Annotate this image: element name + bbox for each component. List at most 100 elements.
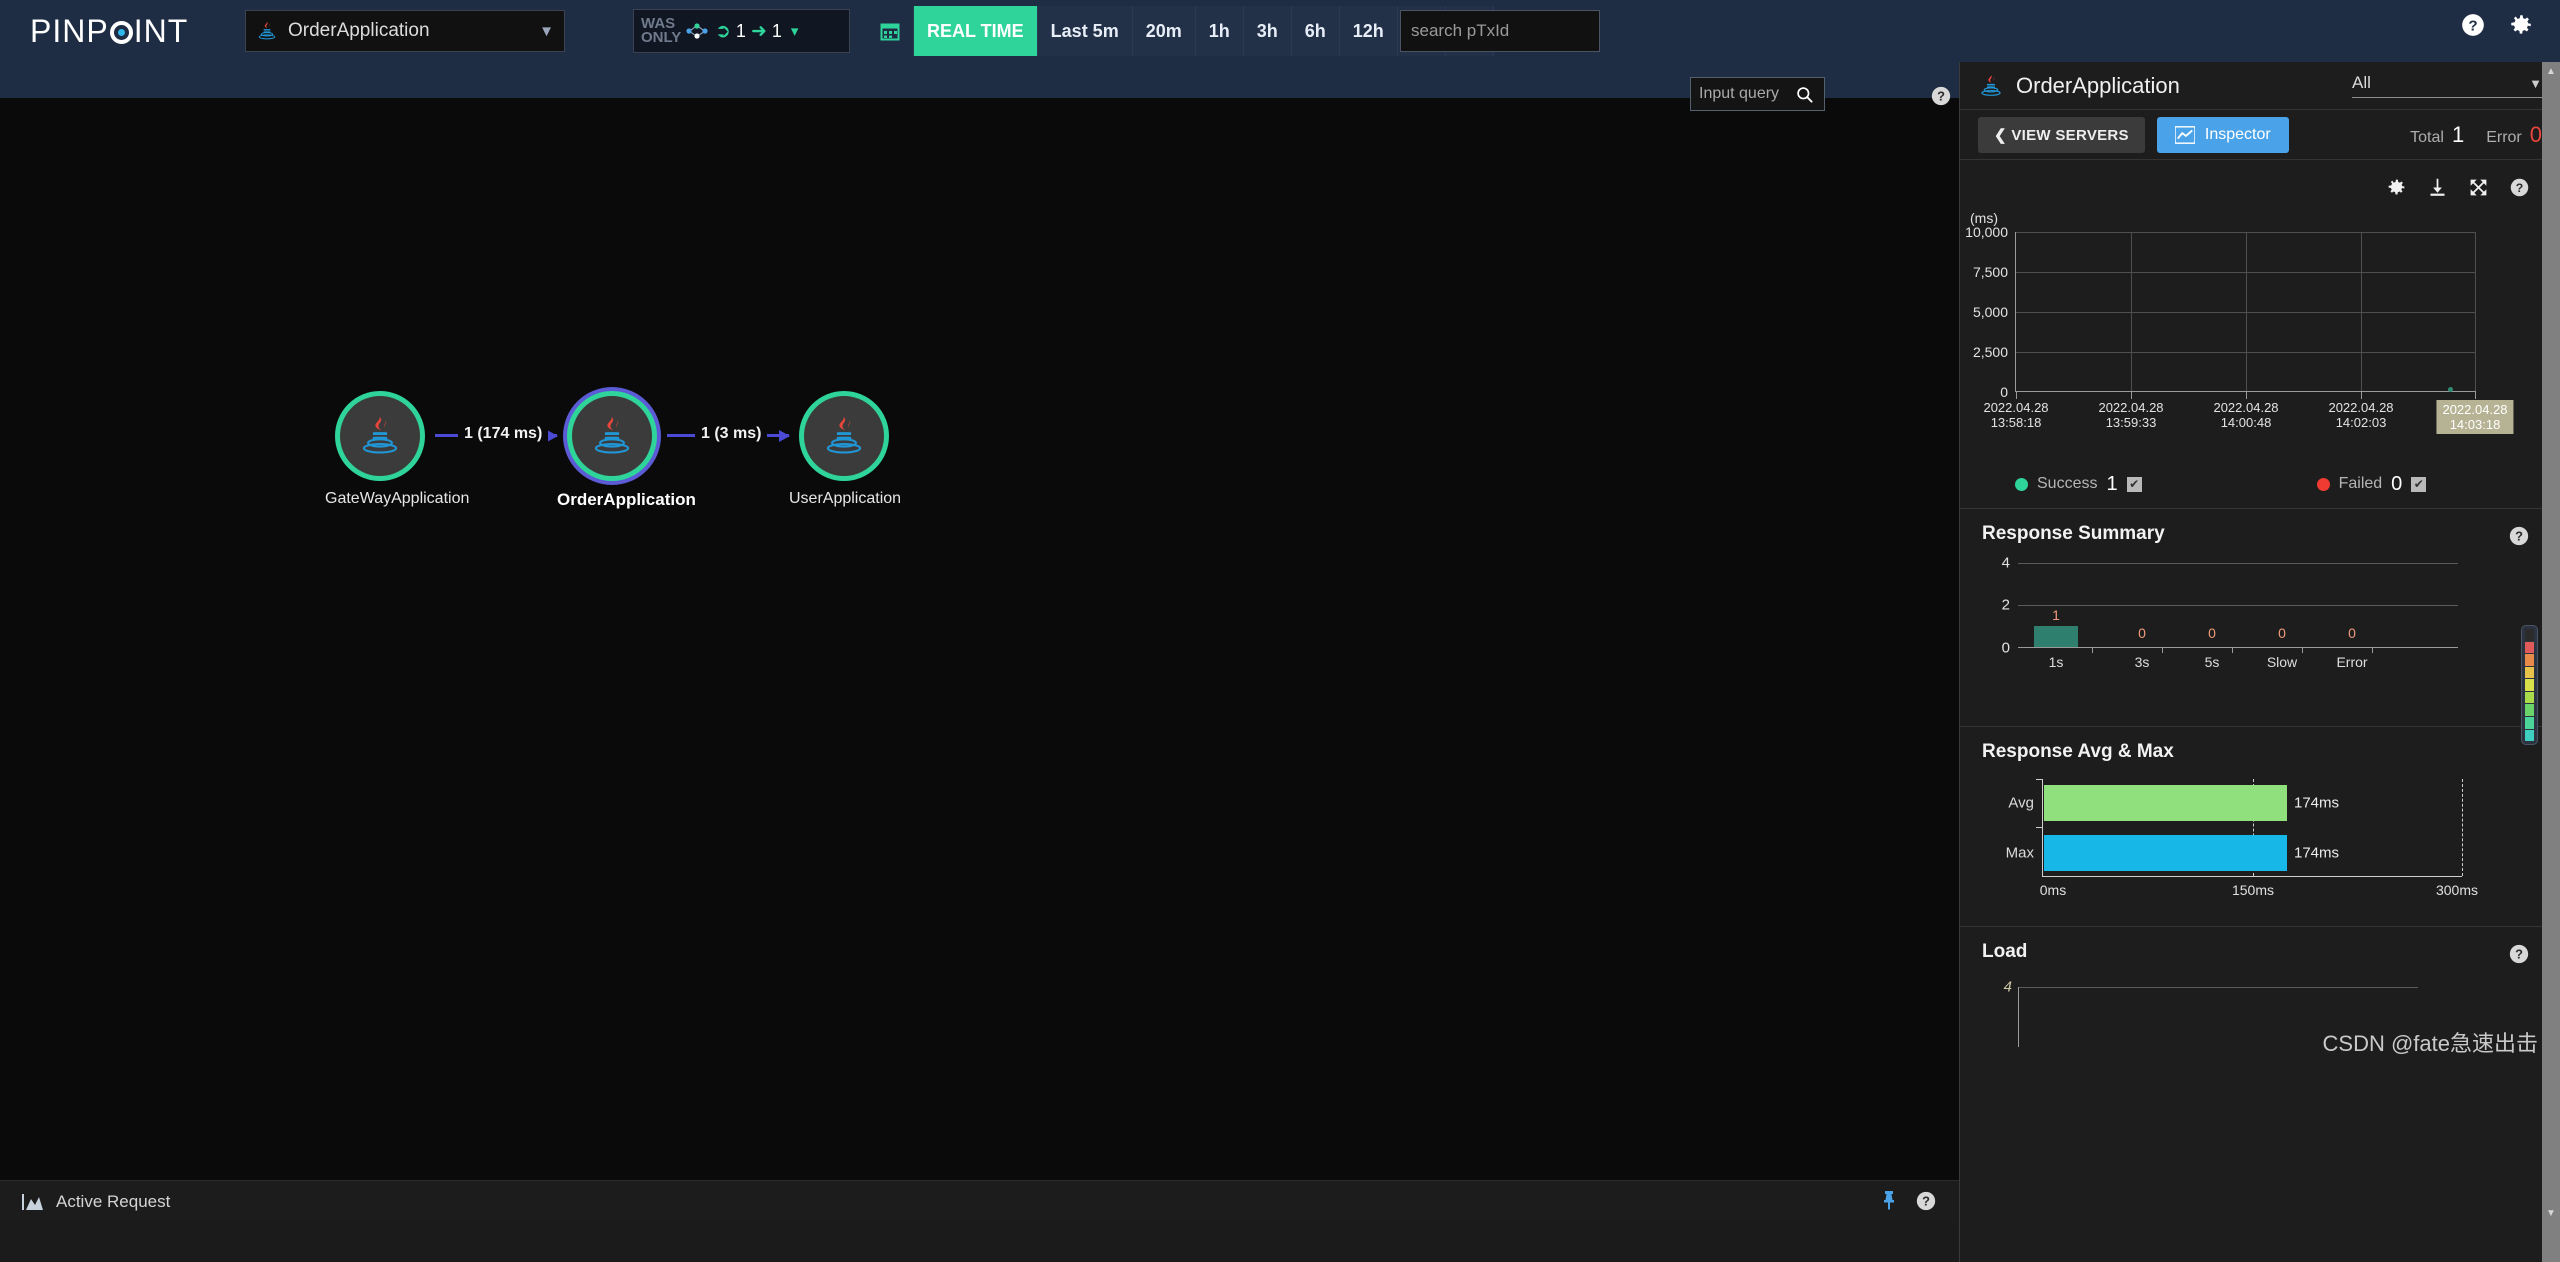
help-icon[interactable]: ? xyxy=(1915,1190,1937,1212)
scope-select[interactable]: All ▼ xyxy=(2352,73,2542,98)
node-label: UserApplication xyxy=(789,490,902,507)
query-help-icon[interactable]: ? xyxy=(1930,85,1952,107)
legend-failed[interactable]: Failed 0 ✔ xyxy=(2316,472,2427,496)
success-checkbox[interactable]: ✔ xyxy=(2126,476,2142,492)
gridline xyxy=(2131,232,2132,391)
java-icon xyxy=(594,416,630,454)
java-icon xyxy=(362,416,398,454)
max-bar[interactable] xyxy=(2044,835,2287,871)
x-axis-tick: 3s xyxy=(2134,654,2150,670)
calendar-button[interactable] xyxy=(866,6,914,56)
total-label: Total xyxy=(2410,128,2444,146)
gear-icon[interactable] xyxy=(2386,177,2407,198)
gear-icon[interactable] xyxy=(2508,12,2534,38)
was-only-label: WAS ONLY xyxy=(641,15,682,46)
legend-success[interactable]: Success 1 ✔ xyxy=(2015,473,2142,496)
x-axis-tick: 150ms xyxy=(2231,882,2275,898)
y-axis-tick: 2 xyxy=(2001,596,2010,614)
time-button-6h[interactable]: 6h xyxy=(1291,6,1340,56)
chevron-down-icon: ▼ xyxy=(2529,75,2542,91)
status-bar: Active Request ? xyxy=(0,1180,1959,1222)
avg-row[interactable]: Avg 174ms xyxy=(2008,785,2339,821)
active-request-icon xyxy=(22,1193,43,1210)
expand-icon[interactable] xyxy=(2468,177,2489,198)
response-avg-max-chart[interactable]: Avg 174ms Max 174ms 0ms 150ms 300ms xyxy=(1960,773,2540,913)
right-panel-title: OrderApplication xyxy=(2016,72,2180,98)
max-row[interactable]: Max 174ms xyxy=(2006,835,2339,871)
query-input[interactable] xyxy=(1699,85,1795,103)
x-tick-time: 14:02:03 xyxy=(2335,415,2387,430)
time-button-1h[interactable]: 1h xyxy=(1195,6,1244,56)
logo-o-icon xyxy=(109,20,133,44)
node-label: GateWayApplication xyxy=(325,490,470,507)
search-icon[interactable] xyxy=(1795,85,1814,104)
x-axis-tick: Slow xyxy=(2266,654,2298,670)
y-axis-tick: 0 xyxy=(2001,639,2010,657)
was-only-filter[interactable]: WAS ONLY ➲ 1 ➜ 1 ▾ xyxy=(633,9,850,53)
help-icon[interactable]: ? xyxy=(2508,525,2530,547)
time-button-3h[interactable]: 3h xyxy=(1243,6,1292,56)
scatter-point[interactable] xyxy=(2448,387,2453,392)
help-icon[interactable]: ? xyxy=(2460,12,2486,38)
svg-text:?: ? xyxy=(2515,529,2523,544)
load-section: Load ? 4 CSDN @fate急速出击 xyxy=(1960,926,2560,1066)
x-tick-date: 2022.04.28 xyxy=(2098,400,2164,415)
time-button-real-time[interactable]: REAL TIME xyxy=(914,6,1038,56)
scatter-plot-area[interactable]: 0 2,500 5,000 7,500 10,000 2022.04.28 13… xyxy=(1965,224,2514,434)
avg-bar[interactable] xyxy=(2044,785,2287,821)
gridline xyxy=(2246,232,2247,391)
application-select[interactable]: OrderApplication ▼ xyxy=(245,10,565,52)
failed-count: 0 xyxy=(2391,472,2403,495)
failed-label: Failed xyxy=(2338,475,2383,492)
x-axis-tick: 0ms xyxy=(2039,882,2067,898)
success-color-dot xyxy=(2015,477,2028,491)
svg-text:?: ? xyxy=(1937,89,1945,104)
pinpoint-logo[interactable]: PINP INT xyxy=(30,13,245,50)
svg-text:?: ? xyxy=(2468,17,2477,34)
x-tick-time: 14:03:18 xyxy=(2449,417,2501,432)
outbound-icon: ➜ xyxy=(750,20,767,42)
x-tick-time: 14:00:48 xyxy=(2220,415,2272,430)
time-button-12h[interactable]: 12h xyxy=(1339,6,1398,56)
response-scatter-chart[interactable]: (ms) 0 2,500 5,000 7,500 10,000 2022.04.… xyxy=(1960,210,2540,465)
response-summary-bar[interactable] xyxy=(2034,626,2078,647)
help-icon[interactable]: ? xyxy=(2508,943,2530,965)
x-tick-time: 13:59:33 xyxy=(2105,415,2157,430)
scroll-down-arrow-icon[interactable]: ▼ xyxy=(2542,1204,2560,1222)
x-tick-date: 2022.04.28 xyxy=(2442,402,2508,417)
response-avg-max-plot: Avg 174ms Max 174ms 0ms 150ms 300ms xyxy=(2006,779,2478,898)
query-search-box[interactable] xyxy=(1690,77,1825,111)
right-panel-scrollbar[interactable]: ▲ ▼ xyxy=(2542,62,2560,1262)
response-summary-chart[interactable]: 0 2 4 1 0 0 0 0 1s 3s 5s Slow Error xyxy=(1960,555,2540,670)
max-label: Max xyxy=(2005,844,2034,862)
x-tick-date: 2022.04.28 xyxy=(2213,400,2279,415)
servermap-node-gateway[interactable]: GateWayApplication xyxy=(325,391,470,508)
ptxid-search-input[interactable] xyxy=(1411,21,1632,41)
bar-value: 0 xyxy=(2348,625,2356,641)
x-axis-tick: 1s xyxy=(2048,654,2064,670)
pin-icon[interactable] xyxy=(1879,1190,1899,1212)
servermap-node-order[interactable]: OrderApplication xyxy=(557,391,696,510)
time-button-20m[interactable]: 20m xyxy=(1132,6,1196,56)
servermap-canvas[interactable]: 1 (174 ms) 1 (3 ms) GateWayApplication O… xyxy=(0,98,1959,1222)
help-icon[interactable]: ? xyxy=(2509,177,2530,198)
node-graph-icon xyxy=(686,23,708,39)
scatter-chart-tools: ? xyxy=(2386,177,2530,198)
view-servers-button[interactable]: ❮ VIEW SERVERS xyxy=(1978,116,2145,153)
outbound-count: 1 xyxy=(771,20,782,41)
inspector-button[interactable]: Inspector xyxy=(2156,116,2289,153)
servermap-node-user[interactable]: UserApplication xyxy=(789,391,902,508)
download-icon[interactable] xyxy=(2427,177,2448,198)
right-panel-header: OrderApplication All ▼ xyxy=(1960,62,2560,110)
scroll-up-arrow-icon[interactable]: ▲ xyxy=(2542,62,2560,80)
x-axis-tick: 2022.04.28 14:00:48 xyxy=(2213,400,2278,430)
watermark: CSDN @fate急速出击 xyxy=(2322,1031,2538,1056)
inspector-label: Inspector xyxy=(2204,125,2271,143)
node-circle xyxy=(799,391,889,481)
x-tick-date: 2022.04.28 xyxy=(2328,400,2394,415)
node-circle xyxy=(335,391,425,481)
ptxid-search-box[interactable] xyxy=(1400,10,1632,52)
failed-checkbox[interactable]: ✔ xyxy=(2411,476,2427,492)
was-only-chevron-icon[interactable]: ▾ xyxy=(791,22,799,40)
time-button-last-5m[interactable]: Last 5m xyxy=(1037,6,1133,56)
